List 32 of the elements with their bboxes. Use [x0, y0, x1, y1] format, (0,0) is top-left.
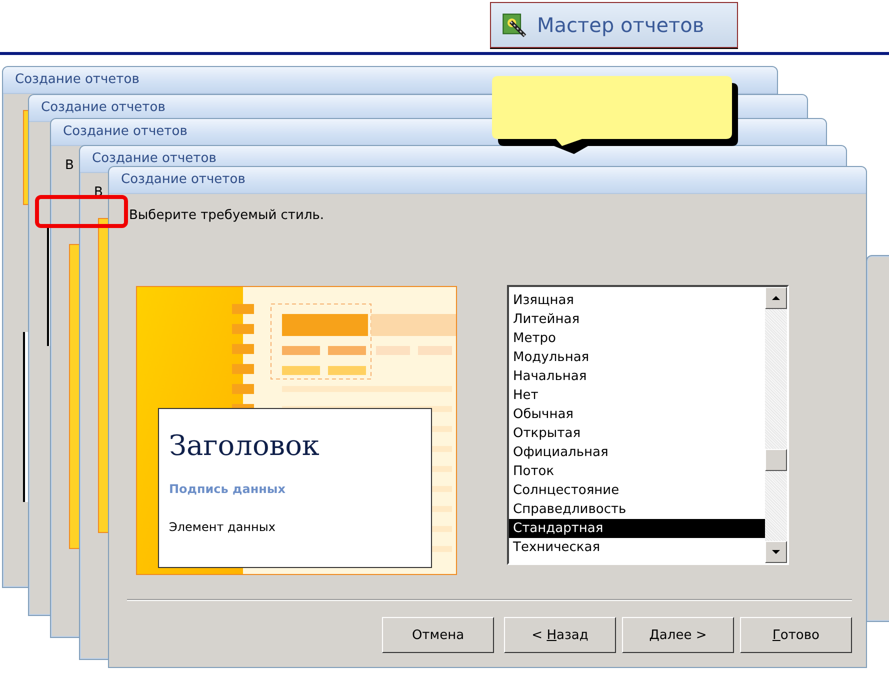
style-list-item[interactable]: Обычная	[509, 405, 765, 424]
style-list-item[interactable]: Нет	[509, 386, 765, 405]
style-list-item[interactable]: Справедливость	[509, 500, 765, 519]
scrollbar-thumb[interactable]	[765, 449, 787, 471]
instruction-text: В	[65, 158, 74, 173]
dialog-button[interactable]: Отмена	[382, 617, 494, 653]
up-arrow-icon	[772, 296, 780, 300]
style-list-item[interactable]: Литейная	[509, 310, 765, 329]
report-wizard-button[interactable]: Мастер отчетов	[490, 2, 738, 48]
scrollbar[interactable]	[765, 287, 787, 563]
style-list-item[interactable]: Техническая	[509, 538, 765, 557]
dialog-button[interactable]: Готово	[740, 617, 852, 653]
style-list-item[interactable]: Модульная	[509, 348, 765, 367]
wizard-icon	[501, 12, 527, 38]
dialog-button[interactable]: < Назад	[504, 617, 616, 653]
style-list-item[interactable]: Стандартная	[509, 519, 765, 538]
scroll-up-button[interactable]	[765, 287, 787, 309]
down-arrow-icon	[772, 550, 780, 554]
style-list-item[interactable]: Изящная	[509, 291, 765, 310]
style-list-item[interactable]: Начальная	[509, 367, 765, 386]
style-list-item[interactable]: Поток	[509, 462, 765, 481]
style-list-item[interactable]: Открытая	[509, 424, 765, 443]
dialog-button[interactable]: Далее >	[622, 617, 734, 653]
instruction-text: Выберите требуемый стиль.	[129, 208, 326, 223]
preview-heading: Заголовок	[169, 429, 320, 462]
window-title: Создание отчетов	[109, 167, 866, 194]
style-list-item[interactable]: Официальная	[509, 443, 765, 462]
scroll-down-button[interactable]	[765, 541, 787, 563]
style-list-item[interactable]: Метро	[509, 329, 765, 348]
style-list-item[interactable]: Солнцестояние	[509, 481, 765, 500]
preview-item: Элемент данных	[169, 520, 276, 534]
preview-caption: Подпись данных	[169, 482, 287, 496]
